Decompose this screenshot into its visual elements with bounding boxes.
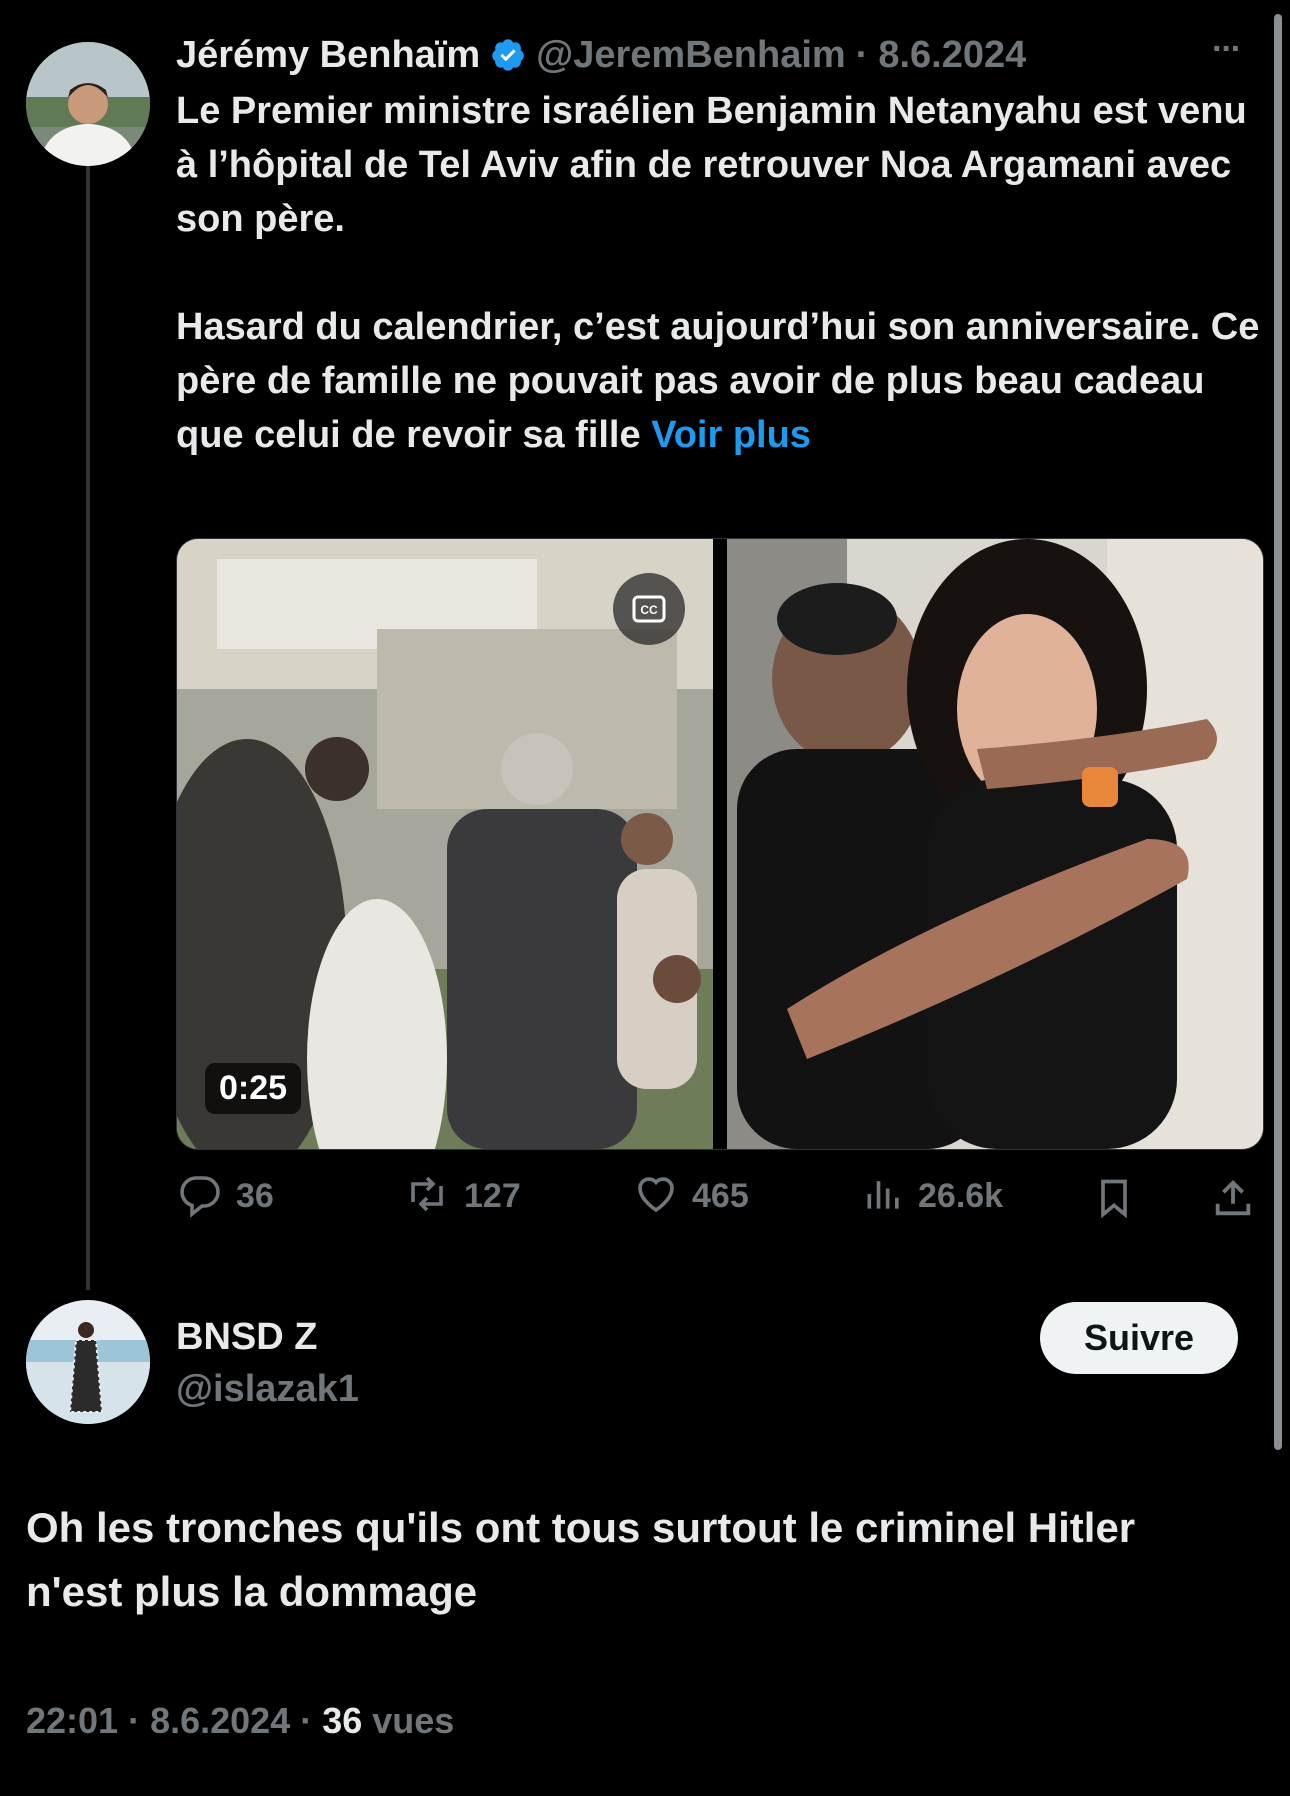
author-name[interactable]: Jérémy Benhaïm [176,34,480,77]
heart-icon [632,1170,680,1223]
video-duration-badge: 0:25 [205,1063,302,1114]
reply-icon [176,1170,224,1223]
follow-button[interactable]: Suivre [1040,1302,1238,1374]
views-chart-icon [862,1170,906,1223]
like-count: 465 [692,1177,749,1215]
author-avatar[interactable] [26,42,150,166]
author-handle[interactable]: @JeremBenhaim [536,34,846,77]
video-thumbnail[interactable]: CC 0:25 [177,539,713,1149]
meta-separator-1: · [128,1700,141,1741]
tweet-text: Le Premier ministre israélien Benjamin N… [176,84,1266,462]
tweet-actions: 36 127 465 26.6k [176,1170,1262,1230]
retweet-button[interactable]: 127 [402,1170,521,1223]
svg-text:CC: CC [640,603,658,617]
photo-thumbnail[interactable] [727,539,1263,1149]
share-button[interactable] [1210,1174,1256,1227]
views-count: 26.6k [918,1177,1004,1215]
reply-author-handle[interactable]: @islazak1 [176,1368,359,1411]
reply-date[interactable]: 8.6.2024 [150,1700,290,1742]
reply-author-name[interactable]: BNSD Z [176,1316,317,1359]
reply-author-avatar[interactable] [26,1300,150,1424]
views-button[interactable]: 26.6k [862,1170,1003,1223]
reply-count: 36 [236,1177,274,1215]
bookmark-icon [1092,1179,1136,1226]
scrollbar[interactable] [1274,14,1282,1450]
share-icon [1210,1179,1256,1226]
bookmark-button[interactable] [1092,1174,1136,1227]
verified-badge-icon [490,37,526,73]
meta-separator-2: · [300,1700,313,1741]
tweet-date[interactable]: 8.6.2024 [878,34,1026,77]
thread-line [86,150,90,1290]
reply-text: Oh les tronches qu'ils ont tous surtout … [26,1504,1136,1615]
reply-views-label: vues [372,1700,455,1741]
retweet-count: 127 [464,1177,521,1215]
tweet-header: Jérémy Benhaïm @JeremBenhaim · 8.6.2024 [176,28,1256,82]
show-more-link[interactable]: Voir plus [651,414,811,456]
reply-button[interactable]: 36 [176,1170,274,1223]
tweet-text-main: Le Premier ministre israélien Benjamin N… [176,90,1260,456]
media-divider [713,539,727,1149]
like-button[interactable]: 465 [632,1170,749,1223]
header-separator: · [855,33,869,76]
tweet-media: CC 0:25 [176,538,1264,1150]
reply-meta: 22:01 · 8.6.2024 · 36 vues [26,1700,454,1742]
more-options-icon[interactable]: ··· [1212,30,1242,69]
reply-time[interactable]: 22:01 [26,1700,118,1742]
reply-views-count: 36 [322,1700,363,1741]
retweet-icon [402,1170,452,1223]
closed-captions-icon[interactable]: CC [613,573,685,645]
